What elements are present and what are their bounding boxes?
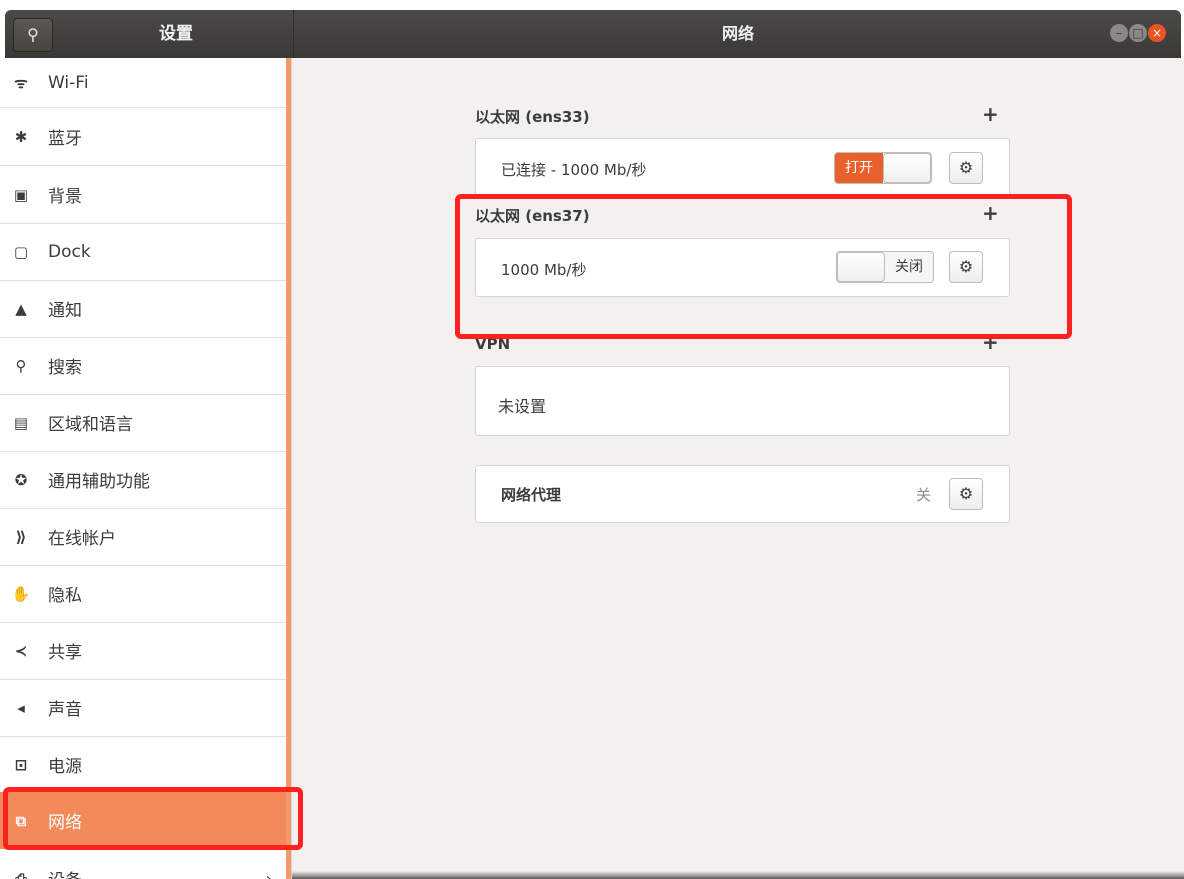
highlight-ens37 bbox=[455, 194, 1072, 339]
accessibility-icon: ✪ bbox=[14, 470, 28, 489]
hand-icon: ✋ bbox=[11, 584, 31, 603]
bell-icon: ▲ bbox=[15, 299, 27, 318]
minimize-button[interactable]: – bbox=[1110, 24, 1128, 42]
bluetooth-icon: ✱ bbox=[14, 127, 28, 146]
sidebar-item-sound[interactable]: ◂ 声音 bbox=[0, 679, 286, 737]
chevron-right-icon: › bbox=[265, 869, 272, 879]
settings-ens33-button[interactable]: ⚙ bbox=[949, 152, 983, 184]
sidebar: ᯤ Wi-Fi ✱ 蓝牙 ▣ 背景 ▢ Dock ▲ 通知 ⚲ 搜索 ▤ 区域和… bbox=[0, 58, 286, 879]
sidebar-item-devices[interactable]: ⎙ 设备 › bbox=[0, 850, 286, 879]
search-icon: ⚲ bbox=[15, 356, 27, 375]
card-vpn: 未设置 bbox=[475, 366, 1010, 436]
search-icon: ⚲ bbox=[27, 25, 39, 44]
printer-icon: ⎙ bbox=[14, 869, 27, 879]
sidebar-item-label: Wi-Fi bbox=[48, 72, 89, 93]
sidebar-item-label: 通知 bbox=[48, 301, 82, 321]
region-icon: ▤ bbox=[13, 413, 29, 432]
sidebar-item-background[interactable]: ▣ 背景 bbox=[0, 166, 286, 224]
settings-proxy-button[interactable]: ⚙ bbox=[949, 478, 983, 510]
search-button[interactable]: ⚲ bbox=[13, 18, 53, 52]
toggle-on-label: 打开 bbox=[835, 153, 883, 183]
sidebar-item-label: 声音 bbox=[48, 700, 82, 720]
sidebar-item-label: 设备 bbox=[48, 866, 82, 879]
card-ens33: 已连接 - 1000 Mb/秒 打开 ⚙ bbox=[475, 138, 1010, 198]
toggle-knob bbox=[883, 153, 931, 183]
proxy-value: 关 bbox=[916, 486, 932, 504]
sidebar-item-sharing[interactable]: ≺ 共享 bbox=[0, 622, 286, 680]
sidebar-item-notifications[interactable]: ▲ 通知 bbox=[0, 280, 286, 338]
gear-icon: ⚙ bbox=[958, 484, 974, 503]
main-panel: 以太网 (ens33) + 已连接 - 1000 Mb/秒 打开 ⚙ 以太网 (… bbox=[292, 58, 1184, 879]
sidebar-item-label: 通用辅助功能 bbox=[48, 472, 150, 492]
sidebar-item-region-language[interactable]: ▤ 区域和语言 bbox=[0, 394, 286, 452]
vpn-status-label: 未设置 bbox=[498, 397, 547, 416]
close-button[interactable]: × bbox=[1148, 24, 1166, 42]
battery-icon: ⊡ bbox=[14, 755, 28, 774]
online-accounts-icon: ⟫ bbox=[15, 527, 27, 546]
sidebar-item-label: 隐私 bbox=[48, 586, 82, 606]
title-separator bbox=[293, 10, 294, 58]
sidebar-item-dock[interactable]: ▢ Dock bbox=[0, 223, 286, 281]
sidebar-item-label: Dock bbox=[48, 241, 91, 262]
title-bar: ⚲ 设置 网络 – □ × bbox=[5, 10, 1181, 58]
sidebar-item-label: 电源 bbox=[48, 757, 82, 777]
gear-icon: ⚙ bbox=[958, 158, 974, 177]
sidebar-title: 设置 bbox=[159, 24, 193, 44]
sidebar-item-label: 蓝牙 bbox=[48, 129, 82, 149]
sidebar-item-search[interactable]: ⚲ 搜索 bbox=[0, 337, 286, 395]
wifi-icon: ᯤ bbox=[14, 73, 28, 92]
page-title: 网络 bbox=[721, 24, 754, 43]
highlight-network-item bbox=[3, 787, 303, 850]
sidebar-item-privacy[interactable]: ✋ 隐私 bbox=[0, 565, 286, 623]
sidebar-item-wifi[interactable]: ᯤ Wi-Fi bbox=[0, 58, 286, 108]
sidebar-item-power[interactable]: ⊡ 电源 bbox=[0, 736, 286, 794]
status-label-ens33: 已连接 - 1000 Mb/秒 bbox=[501, 161, 647, 179]
proxy-label: 网络代理 bbox=[501, 486, 562, 504]
sidebar-item-label: 区域和语言 bbox=[48, 415, 133, 435]
speaker-icon: ◂ bbox=[17, 698, 25, 717]
background-icon: ▣ bbox=[13, 185, 29, 204]
toggle-ens33[interactable]: 打开 bbox=[834, 152, 932, 184]
sidebar-item-label: 背景 bbox=[48, 187, 82, 207]
sidebar-item-online-accounts[interactable]: ⟫ 在线帐户 bbox=[0, 508, 286, 566]
card-proxy[interactable]: 网络代理 关 ⚙ bbox=[475, 465, 1010, 523]
add-ens33-button[interactable]: + bbox=[982, 102, 999, 126]
sidebar-item-label: 搜索 bbox=[48, 358, 82, 378]
section-title-ens33: 以太网 (ens33) bbox=[475, 108, 590, 126]
sidebar-item-label: 共享 bbox=[48, 643, 82, 663]
maximize-button[interactable]: □ bbox=[1129, 24, 1147, 42]
sidebar-item-label: 在线帐户 bbox=[48, 529, 116, 549]
bottom-edge bbox=[292, 871, 1184, 879]
sidebar-item-accessibility[interactable]: ✪ 通用辅助功能 bbox=[0, 451, 286, 509]
share-icon: ≺ bbox=[14, 641, 28, 660]
sidebar-item-bluetooth[interactable]: ✱ 蓝牙 bbox=[0, 108, 286, 166]
dock-icon: ▢ bbox=[13, 242, 29, 261]
